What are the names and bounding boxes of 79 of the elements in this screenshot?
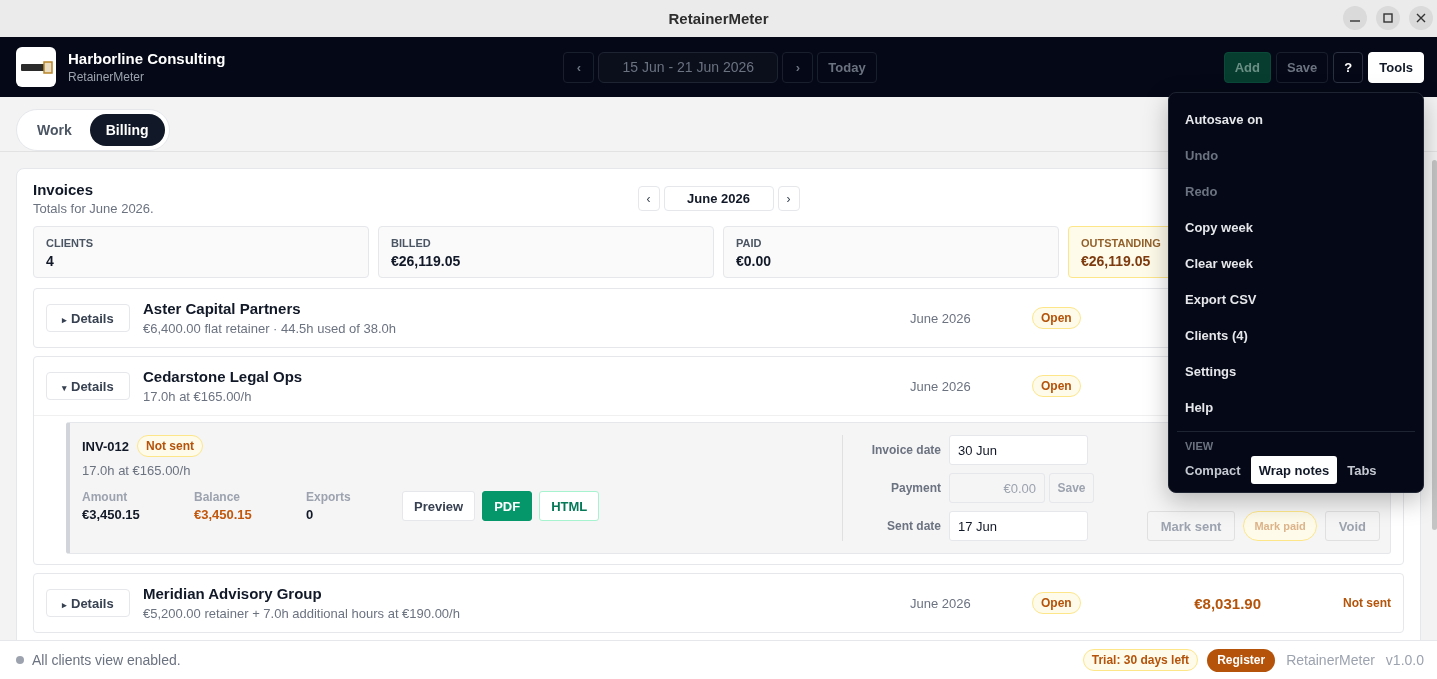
stat-value: 4	[46, 253, 54, 269]
view-option[interactable]: Wrap notes	[1250, 456, 1338, 484]
section-title: Invoices	[33, 181, 95, 198]
export-button[interactable]: Preview	[402, 491, 476, 521]
invoice-status: Not sent	[1343, 596, 1391, 610]
menu-item[interactable]: Copy week	[1177, 209, 1415, 245]
tab[interactable]: Work	[21, 114, 88, 146]
billing-period: June 2026	[910, 378, 971, 394]
logo-icon	[16, 47, 56, 87]
scrollbar[interactable]	[1432, 160, 1437, 530]
export-button[interactable]: PDF	[482, 491, 533, 521]
minimize-button[interactable]	[1343, 6, 1367, 30]
status-badge: Not sent	[137, 435, 203, 457]
close-button[interactable]	[1409, 6, 1433, 30]
company-name: Harborline Consulting	[68, 50, 226, 67]
maximize-button[interactable]	[1376, 6, 1400, 30]
previous-month-button[interactable]: ‹	[637, 186, 660, 211]
tab[interactable]: Billing	[89, 114, 165, 146]
register-button[interactable]: Register	[1207, 648, 1276, 672]
invoice-number: INV-012	[82, 438, 129, 454]
details-toggle[interactable]: ▸ Details	[46, 304, 130, 332]
menu-item[interactable]: Settings	[1177, 353, 1415, 389]
stat-value: €26,119.05	[391, 253, 461, 269]
figure-label: Amount	[82, 490, 129, 504]
stat-label: BILLED	[391, 237, 431, 249]
field-label: Invoice date	[870, 443, 941, 457]
export-button[interactable]: HTML	[539, 491, 600, 521]
client-terms: €6,400.00 flat retainer · 44.5h used of 38.0h	[143, 321, 397, 336]
input-field[interactable]: 30 Jun	[949, 435, 1088, 465]
view-option[interactable]: Compact	[1177, 456, 1249, 484]
menu-item[interactable]: Export CSV	[1177, 281, 1415, 317]
next-month-button[interactable]: ›	[777, 186, 800, 211]
version-label: v1.0.0	[1385, 652, 1424, 668]
header-button[interactable]: ?	[1333, 51, 1364, 83]
figure-label: Exports	[306, 490, 352, 504]
invoice-amount: €8,031.90	[1194, 594, 1261, 612]
menu-item[interactable]: Autosave on	[1177, 101, 1415, 137]
details-toggle[interactable]: ▸ Details	[46, 589, 130, 617]
status-dot-icon	[16, 656, 24, 664]
view-option[interactable]: Tabs	[1339, 456, 1385, 484]
figure-value: €3,450.15	[194, 507, 253, 522]
client-terms: 17.0h at €165.00/h	[143, 389, 253, 404]
close-icon	[1416, 13, 1426, 23]
stat-value: €0.00	[736, 253, 772, 269]
status-badge: Open	[1032, 375, 1081, 397]
status-badge: Open	[1032, 307, 1081, 329]
billing-period: June 2026	[910, 310, 971, 326]
client-name: Meridian Advisory Group	[143, 585, 323, 602]
details-toggle[interactable]: ▾ Details	[46, 372, 130, 400]
minimize-icon	[1350, 20, 1360, 22]
input-field[interactable]: 17 Jun	[949, 511, 1088, 541]
stat-label: CLIENTS	[46, 237, 94, 249]
section-subtitle: Totals for June 2026.	[33, 201, 155, 216]
stat-label: OUTSTANDING	[1081, 237, 1161, 249]
menu-item[interactable]: Help	[1177, 389, 1415, 425]
trial-badge: Trial: 30 days left	[1082, 649, 1199, 671]
stat-label: PAID	[736, 237, 762, 249]
stat-value: €26,119.05	[1081, 253, 1151, 269]
status-message: All clients view enabled.	[32, 652, 181, 668]
client-name: Aster Capital Partners	[143, 300, 302, 317]
menu-section-label: VIEW	[1184, 440, 1215, 452]
app-name: RetainerMeter	[1286, 652, 1375, 668]
app-name: RetainerMeter	[68, 70, 146, 84]
header-button[interactable]: Tools	[1368, 51, 1424, 83]
menu-item[interactable]: Clients (4)	[1177, 317, 1415, 353]
menu-item[interactable]: Clear week	[1177, 245, 1415, 281]
maximize-icon	[1383, 13, 1393, 23]
field-label: Sent date	[886, 519, 941, 533]
figure-label: Balance	[194, 490, 242, 504]
window-title: RetainerMeter	[668, 10, 769, 27]
billing-period: June 2026	[910, 595, 971, 611]
client-terms: €5,200.00 retainer + 7.0h additional hours at €190.00/h	[143, 606, 461, 621]
invoice-summary: 17.0h at €165.00/h	[82, 463, 192, 478]
status-badge: Open	[1032, 592, 1081, 614]
month-field[interactable]: June 2026	[663, 186, 774, 211]
field-label: Payment	[889, 481, 941, 495]
client-name: Cedarstone Legal Ops	[143, 368, 304, 385]
figure-value: 0	[306, 507, 315, 522]
figure-value: €3,450.15	[82, 507, 141, 522]
